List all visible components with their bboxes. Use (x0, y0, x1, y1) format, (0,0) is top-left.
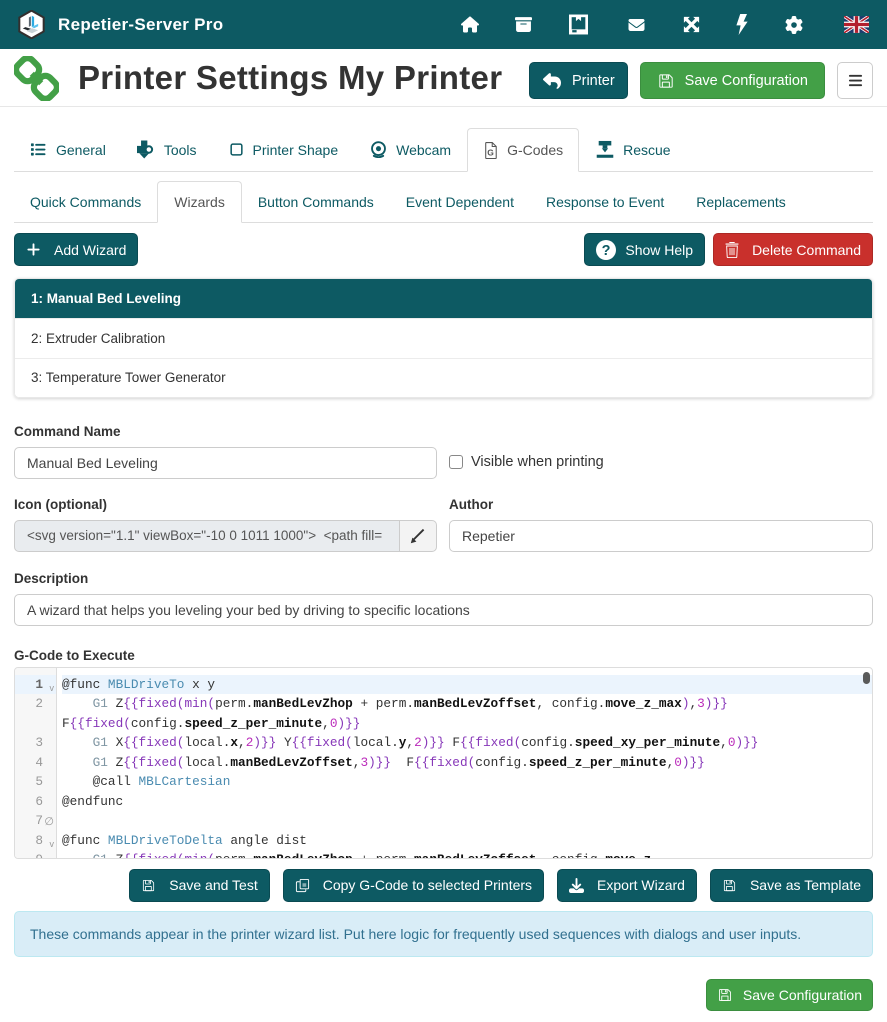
svg-text:?: ? (602, 243, 611, 259)
svg-text:G: G (487, 147, 494, 157)
